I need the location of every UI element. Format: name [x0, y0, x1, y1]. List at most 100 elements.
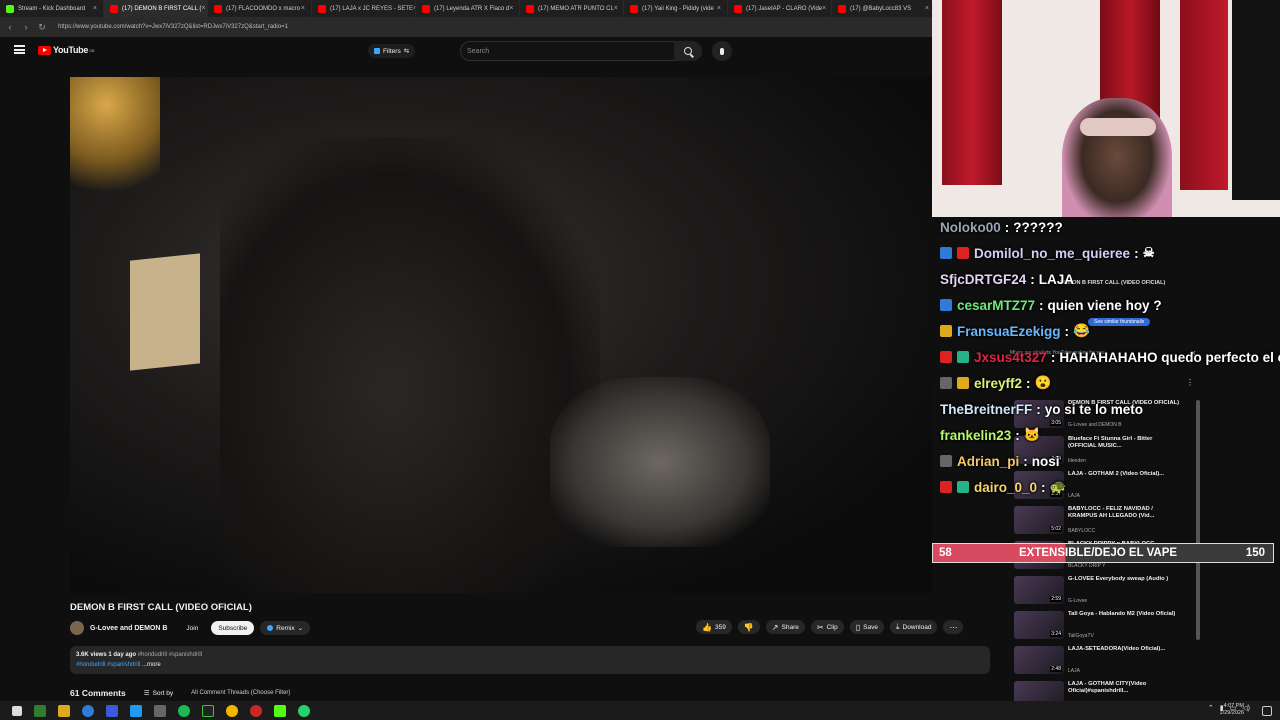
chat-text: 🐢	[1049, 479, 1067, 494]
browser-tab[interactable]: (17) LAJA x JC REYES - SETE×	[312, 0, 416, 17]
chat-username[interactable]: TheBreitnerFF	[940, 402, 1032, 417]
tab-close-icon[interactable]: ×	[93, 5, 97, 12]
search-icon	[684, 47, 692, 55]
app-icon[interactable]	[106, 704, 118, 717]
app-icon[interactable]	[154, 704, 166, 717]
download-button[interactable]: ⤓ Download	[890, 620, 938, 634]
tab-close-icon[interactable]: ×	[925, 5, 929, 12]
sort-button[interactable]: ☰ Sort by	[144, 689, 173, 698]
description-box[interactable]: 3.6K views 1 day ago #hondudrill #spanis…	[70, 646, 990, 674]
dislike-button[interactable]: 👎	[737, 620, 760, 634]
kick-icon[interactable]	[274, 704, 286, 717]
more-actions-button[interactable]: ⋯	[943, 620, 964, 634]
playlist-title[interactable]: LAJA - GOTHAM CITY(Video Oficial)#spanis…	[1068, 681, 1180, 695]
video-player[interactable]	[70, 77, 932, 593]
whatsapp-icon[interactable]	[298, 704, 310, 717]
tab-label: (17) DEMON B FIRST CALL (	[122, 5, 202, 12]
like-button[interactable]: 👍 359	[696, 620, 732, 634]
browser-tab[interactable]: (17) Yaii King - Pididy (vide ×	[624, 0, 728, 17]
chat-message: SfjcDRTGF24: LAJA	[940, 269, 1074, 289]
clock[interactable]: 4:07 PM 1/29/2026	[1220, 703, 1244, 717]
subscribe-button[interactable]: Subscribe	[211, 621, 255, 635]
tab-close-icon[interactable]: ×	[509, 5, 513, 12]
tab-close-icon[interactable]: ×	[717, 5, 721, 12]
comment-thread-filter[interactable]: All Comment Threads (Choose Filter)	[191, 690, 290, 696]
playlist-thumbnail[interactable]: 3:24	[1014, 611, 1064, 639]
app-icon[interactable]	[202, 704, 214, 717]
chat-text: 😂	[1073, 323, 1090, 338]
filters-button[interactable]: Filters ⇆	[368, 44, 416, 58]
playlist-thumbnail[interactable]: 2:48	[1014, 646, 1064, 674]
playlist-title[interactable]: LAJA-SETEADORA(Video Oficial)...	[1068, 646, 1180, 653]
forward-icon[interactable]: ›	[20, 22, 32, 32]
chat-badge-icon	[957, 377, 969, 389]
playlist-item[interactable]: 2:59 G-LOVEE Everybody sweap (Audio ) G-Lo…	[1014, 576, 1184, 614]
tab-label: (17) JaseIAP - CLARO (Vide	[746, 5, 823, 12]
save-button[interactable]: ▯ Save	[849, 620, 884, 634]
studio-light	[70, 77, 160, 217]
tab-close-icon[interactable]: ×	[614, 5, 618, 12]
chat-username[interactable]: elreyff2	[974, 376, 1022, 391]
playlist-item[interactable]: 3:24 Tali Goya - Hablando M2 (Video Ofici…	[1014, 611, 1184, 649]
youtube-logo[interactable]: YouTube GB	[38, 45, 95, 55]
edge-icon[interactable]	[82, 704, 94, 717]
tab-close-icon[interactable]: ×	[301, 5, 305, 12]
join-button[interactable]: Join	[179, 621, 205, 635]
chat-text: 😮	[1034, 375, 1052, 390]
obs-icon[interactable]	[250, 704, 262, 717]
browser-tab[interactable]: (17) @BabyLocc83 VS ×	[832, 0, 936, 17]
hashtags-links[interactable]: #hondudrill #spanishdrill	[76, 662, 140, 668]
chat-username[interactable]: frankelin23	[940, 428, 1011, 443]
tab-favicon-icon	[6, 4, 14, 13]
chrome-icon[interactable]	[226, 704, 238, 717]
reload-icon[interactable]: ↻	[36, 22, 48, 33]
search-button[interactable]	[674, 41, 702, 61]
browser-tab[interactable]: (17) MEMO ATR PUNTO CL ×	[520, 0, 624, 17]
chat-username[interactable]: Jxsus4t327	[974, 350, 1047, 365]
notification-icon[interactable]	[1262, 706, 1272, 716]
search-input[interactable]: Search	[460, 41, 700, 61]
tab-close-icon[interactable]: ×	[201, 5, 205, 12]
playlist-thumbnail[interactable]: 2:59	[1014, 576, 1064, 604]
chat-username[interactable]: Adrian_pi	[957, 454, 1019, 469]
browser-tab[interactable]: (17) FLACOOMDO x macro ×	[208, 0, 312, 17]
windows-start-icon[interactable]	[12, 705, 22, 716]
more-link[interactable]: ...more	[142, 662, 161, 668]
app-icon[interactable]	[34, 704, 46, 717]
spotify-icon[interactable]	[178, 704, 190, 717]
file-explorer-icon[interactable]	[58, 704, 70, 717]
remix-button[interactable]: Remix ⌄	[260, 621, 311, 635]
clip-button[interactable]: ✂ Clip	[810, 620, 844, 634]
like-count: 359	[714, 623, 726, 631]
browser-tab[interactable]: (17) JaseIAP - CLARO (Vide ×	[728, 0, 832, 17]
bookmark-icon: ▯	[855, 622, 861, 632]
browser-tab[interactable]: Stream - Kick Dashboard ×	[0, 0, 104, 17]
app-icon[interactable]	[130, 704, 142, 717]
back-icon[interactable]: ‹	[4, 22, 16, 32]
chat-message: Jxsus4t327: HAHAHAHAHO quedo perfecto el …	[940, 347, 1280, 367]
voice-search-button[interactable]	[712, 41, 732, 61]
chat-separator: :	[1015, 427, 1020, 443]
browser-tab[interactable]: (17) DEMON B FIRST CALL (×	[104, 0, 208, 17]
url-field[interactable]: https://www.youtube.com/watch?v=Jwx7iV32…	[58, 24, 288, 30]
share-button[interactable]: ↗ Share	[765, 620, 805, 634]
tab-close-icon[interactable]: ×	[822, 5, 826, 12]
browser-tab[interactable]: (17) Leyenda ATR X Flaco d ×	[416, 0, 520, 17]
hamburger-menu-icon[interactable]	[14, 45, 25, 54]
channel-name[interactable]: G-Lovee and DEMON B	[90, 625, 167, 632]
chat-username[interactable]: SfjcDRTGF24	[940, 272, 1026, 287]
playlist-title[interactable]: G-LOVEE Everybody sweap (Audio )	[1068, 576, 1180, 583]
chat-username[interactable]: Domilol_no_me_quieree	[974, 246, 1130, 261]
chat-username[interactable]: cesarMTZ77	[957, 298, 1035, 313]
acoustic-panel	[130, 253, 200, 371]
chat-username[interactable]: dairo_0_0	[974, 480, 1037, 495]
tab-label: (17) Yaii King - Pididy (vide	[642, 5, 714, 12]
channel-avatar[interactable]	[70, 621, 84, 635]
chat-username[interactable]: Noloko00	[940, 220, 1001, 235]
remix-icon	[267, 625, 274, 631]
share-label: Share	[781, 623, 799, 631]
playlist-item[interactable]: 2:48 LAJA-SETEADORA(Video Oficial)... LAJA	[1014, 646, 1184, 684]
chat-username[interactable]: FransuaEzekigg	[957, 324, 1061, 339]
chevron-up-icon[interactable]: ⌃	[1208, 704, 1214, 712]
playlist-title[interactable]: Tali Goya - Hablando M2 (Video Oficial)	[1068, 611, 1180, 618]
